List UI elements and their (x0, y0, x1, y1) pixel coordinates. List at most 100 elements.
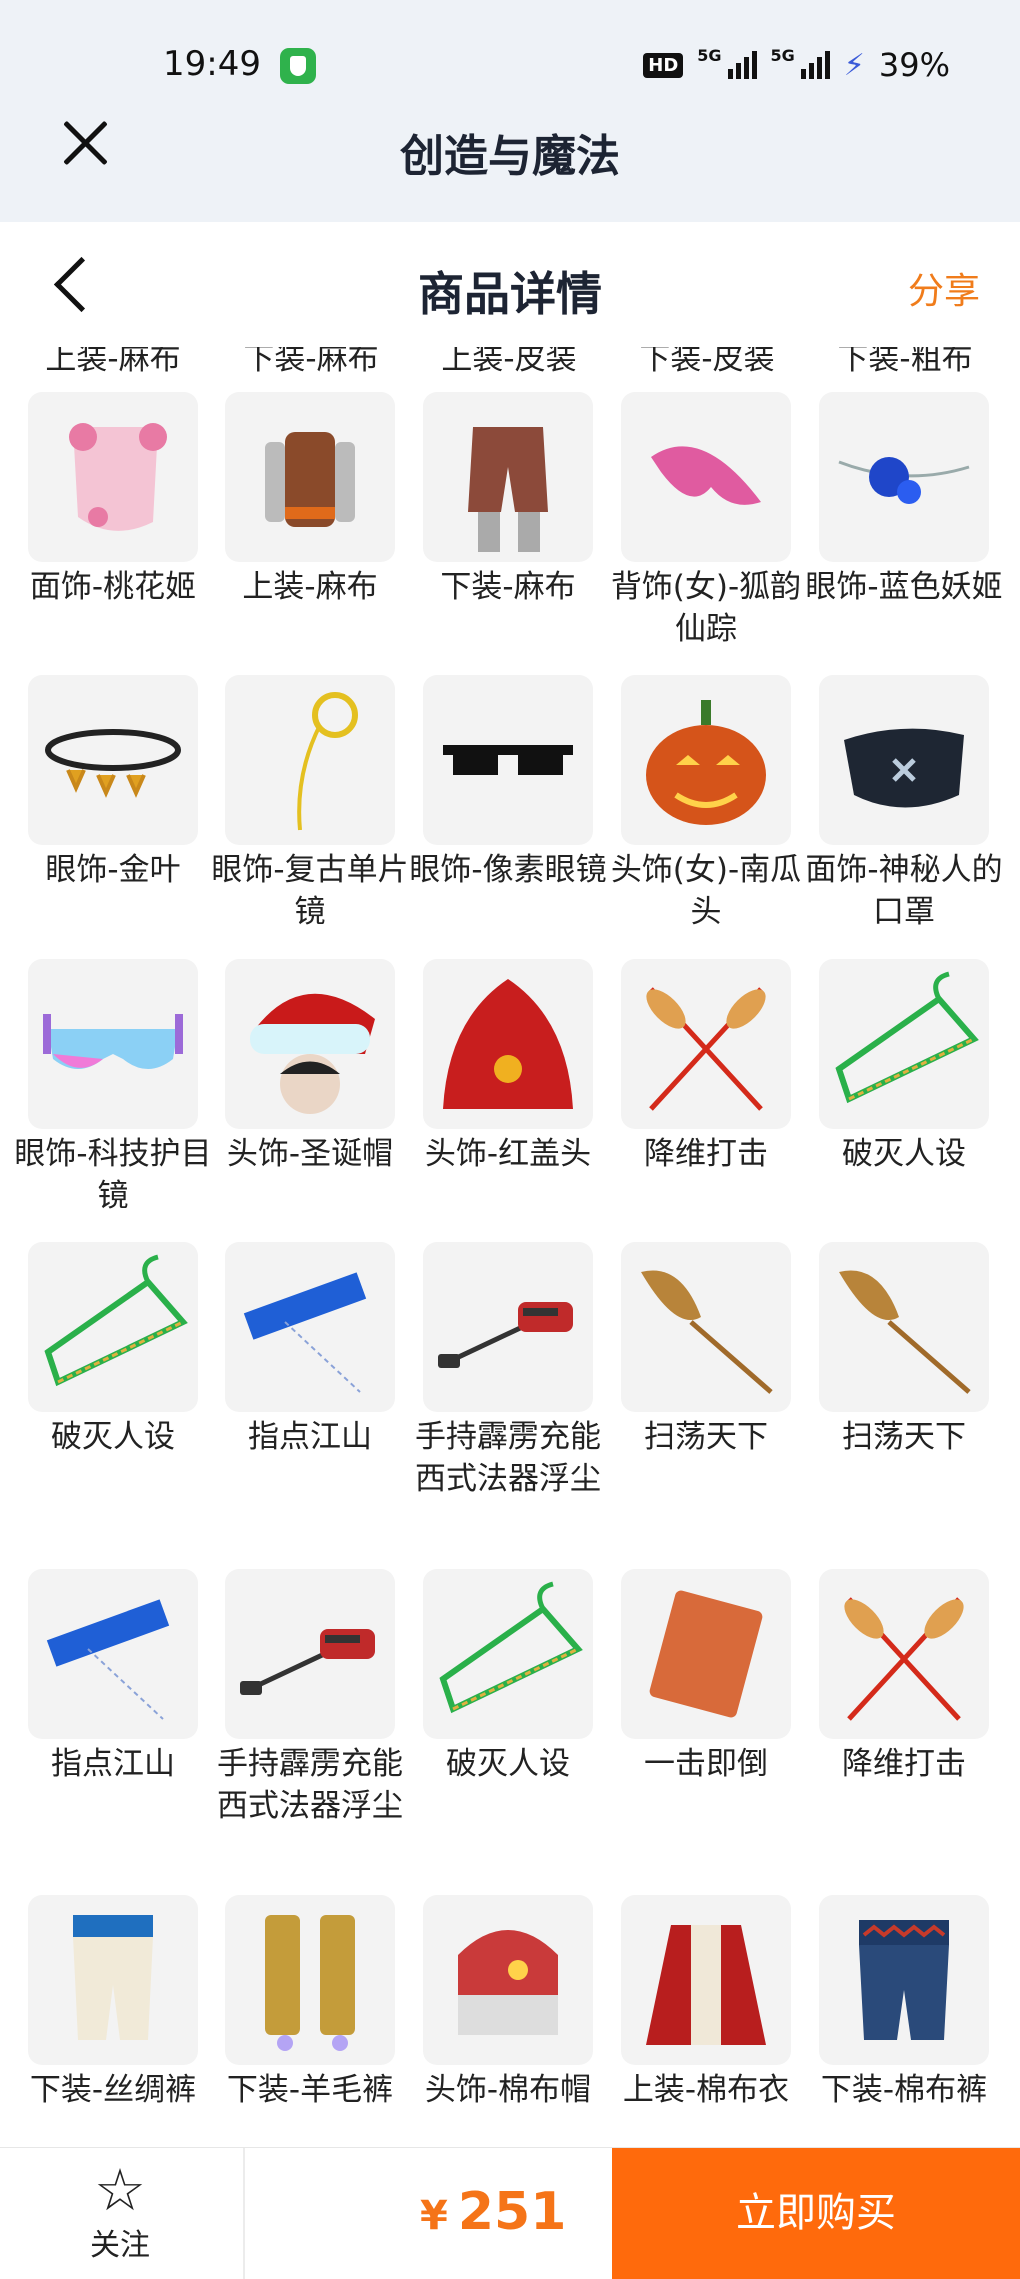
cut-item-name: 上装-皮装 (441, 347, 577, 377)
mask-icon (819, 675, 989, 845)
buy-now-button[interactable]: 立即购买 (612, 2148, 1020, 2279)
product-item[interactable]: 指点江山 (28, 1569, 198, 1785)
product-name: 眼饰-金叶 (45, 852, 181, 888)
sign-pointer-icon (225, 1242, 395, 1412)
crossed-wheat-icon (819, 1569, 989, 1739)
network-label-2: 5G (770, 46, 795, 65)
santa-hat-icon (225, 959, 395, 1129)
product-item[interactable]: 扫荡天下 (819, 1242, 989, 1458)
product-name: 破灭人设 (51, 1419, 175, 1455)
product-name: 手持霹雳充能西式法器浮尘 (217, 1746, 403, 1824)
charging-icon: ⚡ (843, 47, 865, 83)
item-grid: 上装-麻布 下装-麻布 上装-皮装 下装-皮装 下装-粗布 面饰-桃花姬 上装-麻… (0, 347, 1020, 2147)
product-name: 下装-麻布 (440, 569, 576, 605)
sign-pointer-icon (28, 1569, 198, 1739)
star-icon: ☆ (94, 2156, 146, 2224)
currency-symbol: ¥ (420, 2193, 448, 2239)
cut-off-row: 上装-麻布 下装-麻布 上装-皮装 下装-皮装 下装-粗布 (0, 347, 1020, 378)
product-item[interactable]: 破灭人设 (423, 1569, 593, 1785)
product-item[interactable]: 破灭人设 (28, 1242, 198, 1458)
product-item[interactable]: 下装-棉布裤 (819, 1895, 989, 2111)
product-name: 手持霹雳充能西式法器浮尘 (415, 1419, 601, 1497)
product-item[interactable]: 头饰-棉布帽 (423, 1895, 593, 2111)
linen-shorts-icon (423, 392, 593, 562)
cotton-coat-icon (621, 1895, 791, 2065)
product-item[interactable]: 一击即倒 (621, 1569, 791, 1785)
product-item[interactable]: 下装-羊毛裤 (225, 1895, 395, 2111)
fox-tail-icon (621, 392, 791, 562)
brick-icon (621, 1569, 791, 1739)
product-item[interactable]: 面饰-神秘人的口罩 (805, 675, 1003, 933)
product-item[interactable]: 眼饰-复古单片镜 (211, 675, 409, 933)
gold-leaf-band-icon (28, 675, 198, 845)
product-name: 指点江山 (248, 1419, 372, 1455)
red-veil-icon (423, 959, 593, 1129)
broom-icon (621, 1242, 791, 1412)
product-name: 降维打击 (644, 1136, 768, 1172)
product-item[interactable]: 手持霹雳充能西式法器浮尘 (217, 1569, 403, 1827)
product-name: 头饰(女)-南瓜头 (610, 852, 802, 930)
wool-boots-icon (225, 1895, 395, 2065)
product-item[interactable]: 背饰(女)-狐韵仙踪 (611, 392, 801, 650)
hd-badge: HD (643, 52, 684, 78)
product-item[interactable]: 眼饰-金叶 (28, 675, 198, 891)
linen-top-icon (225, 392, 395, 562)
top-area: 19:49 HD 5G 5G ⚡ 39% 创造与魔法 (0, 0, 1020, 222)
signal-bars-icon (800, 51, 830, 79)
battery-percent: 39% (878, 46, 950, 84)
product-name: 背饰(女)-狐韵仙踪 (610, 569, 802, 647)
silk-pants-icon (28, 1895, 198, 2065)
follow-button[interactable]: ☆ 关注 (60, 2160, 180, 2264)
product-item[interactable]: 眼饰-科技护目镜 (14, 959, 212, 1217)
product-name: 眼饰-科技护目镜 (14, 1136, 212, 1214)
product-name: 扫荡天下 (842, 1419, 966, 1455)
product-name: 上装-棉布衣 (622, 2072, 790, 2108)
product-name: 眼饰-蓝色妖姬 (805, 569, 1003, 605)
product-item[interactable]: 破灭人设 (819, 959, 989, 1175)
product-item[interactable]: 上装-麻布 (225, 392, 395, 608)
product-item[interactable]: 头饰(女)-南瓜头 (611, 675, 801, 933)
share-button[interactable]: 分享 (908, 262, 980, 314)
product-item[interactable]: 头饰-红盖头 (423, 959, 593, 1175)
product-item[interactable]: 降维打击 (621, 959, 791, 1175)
status-time: 19:49 (163, 44, 261, 84)
product-name: 降维打击 (842, 1746, 966, 1782)
page-header: 商品详情 分享 (0, 222, 1020, 347)
product-name: 面饰-神秘人的口罩 (805, 852, 1003, 930)
pumpkin-head-icon (621, 675, 791, 845)
product-item[interactable]: 指点江山 (225, 1242, 395, 1458)
cut-item-name: 下装-粗布 (837, 347, 973, 377)
blue-rose-icon (819, 392, 989, 562)
product-item[interactable]: 面饰-桃花姬 (28, 392, 198, 608)
product-name: 眼饰-复古单片镜 (211, 852, 409, 930)
product-item[interactable]: 下装-丝绸裤 (28, 1895, 198, 2111)
hanger-icon (28, 1242, 198, 1412)
divider (243, 2148, 245, 2279)
cotton-pants-icon (819, 1895, 989, 2065)
broom-icon (819, 1242, 989, 1412)
app-title: 创造与魔法 (400, 131, 620, 182)
product-item[interactable]: 手持霹雳充能西式法器浮尘 (415, 1242, 601, 1500)
price-value: 251 (457, 2182, 567, 2242)
product-name: 下装-羊毛裤 (226, 2072, 394, 2108)
product-item[interactable]: 下装-麻布 (423, 392, 593, 608)
product-name: 扫荡天下 (644, 1419, 768, 1455)
network-label-1: 5G (697, 46, 722, 65)
monocle-icon (225, 675, 395, 845)
product-item[interactable]: 眼饰-像素眼镜 (409, 675, 607, 891)
product-name: 破灭人设 (842, 1136, 966, 1172)
product-item[interactable]: 上装-棉布衣 (621, 1895, 791, 2111)
product-item[interactable]: 扫荡天下 (621, 1242, 791, 1458)
hanger-icon (819, 959, 989, 1129)
vacuum-icon (225, 1569, 395, 1739)
product-name: 下装-棉布裤 (820, 2072, 988, 2108)
product-item[interactable]: 眼饰-蓝色妖姬 (805, 392, 1003, 608)
product-item[interactable]: 降维打击 (819, 1569, 989, 1785)
shield-app-icon (280, 48, 316, 84)
status-right: HD 5G 5G ⚡ 39% (643, 46, 950, 84)
product-name: 指点江山 (51, 1746, 175, 1782)
cut-item-name: 下装-皮装 (639, 347, 775, 377)
product-item[interactable]: 头饰-圣诞帽 (225, 959, 395, 1175)
tech-goggles-icon (28, 959, 198, 1129)
page-title: 商品详情 (418, 267, 602, 321)
